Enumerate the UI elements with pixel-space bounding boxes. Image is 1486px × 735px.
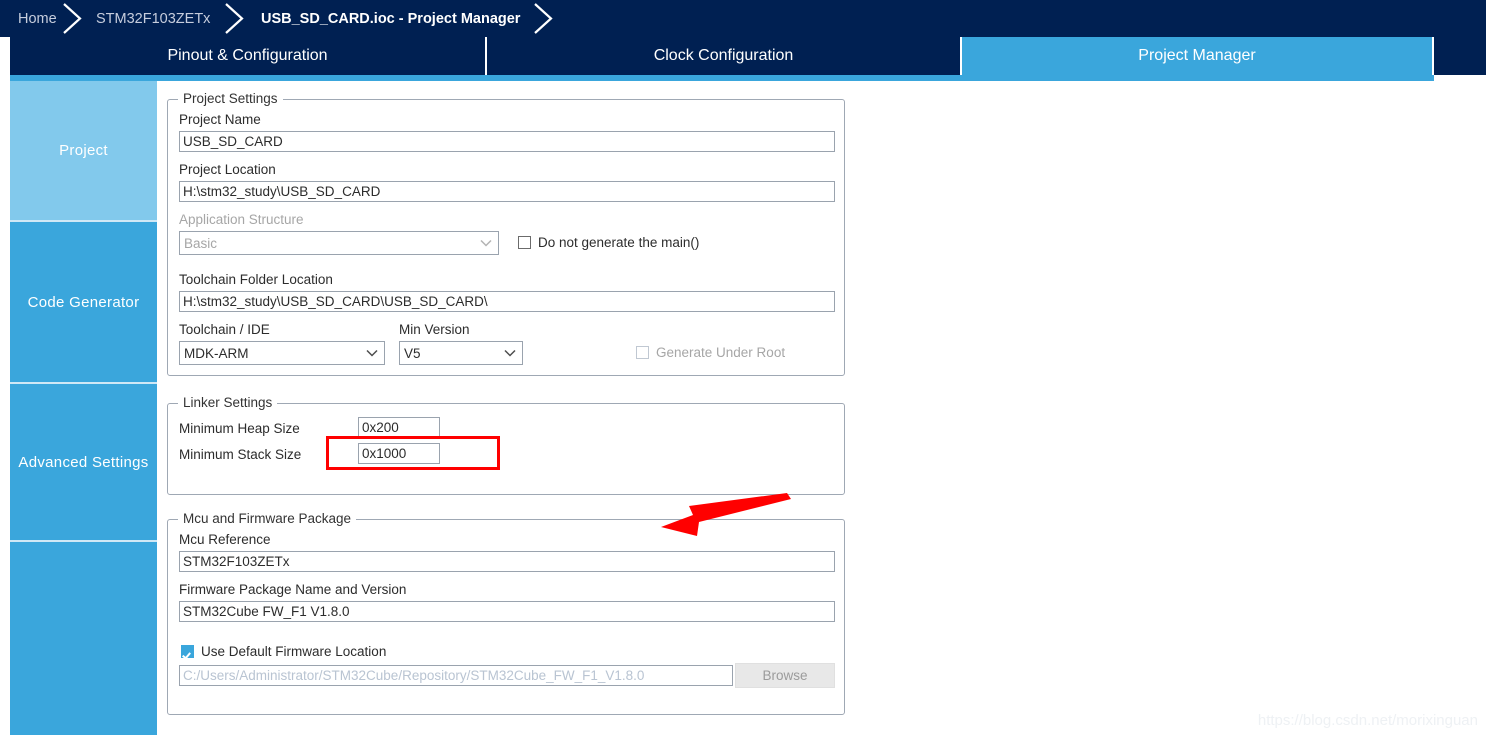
breadcrumb-item-current-file[interactable]: USB_SD_CARD.ioc - Project Manager: [261, 0, 520, 37]
mcu-reference-label: Mcu Reference: [179, 532, 271, 547]
project-location-label: Project Location: [179, 162, 276, 177]
project-location-input[interactable]: [179, 181, 835, 202]
linker-settings-group: Linker Settings Minimum Heap Size Minimu…: [167, 395, 845, 495]
sidebar-item-empty[interactable]: [10, 542, 157, 735]
project-name-input[interactable]: [179, 131, 835, 152]
project-manager-content: Project Settings Project Name Project Lo…: [157, 81, 1486, 735]
min-version-select[interactable]: V5: [399, 341, 523, 365]
tab-clock-configuration[interactable]: Clock Configuration: [487, 37, 960, 75]
firmware-package-input[interactable]: [179, 601, 835, 622]
application-structure-label: Application Structure: [179, 212, 304, 227]
main-tabbar: Pinout & Configuration Clock Configurati…: [0, 37, 1486, 81]
generate-under-root-label: Generate Under Root: [656, 345, 786, 360]
breadcrumb-chevron-icon: [60, 0, 90, 37]
chevron-down-icon: [480, 232, 492, 254]
generate-under-root-checkbox[interactable]: Generate Under Root: [636, 345, 785, 360]
mcu-reference-input[interactable]: [179, 551, 835, 572]
project-manager-sidebar: Project Code Generator Advanced Settings: [10, 81, 157, 735]
toolchain-ide-value: MDK-ARM: [184, 345, 249, 361]
checkbox-box-icon: [636, 346, 649, 359]
watermark-text: https://blog.csdn.net/morixinguan: [1257, 712, 1478, 729]
use-default-firmware-location-checkbox[interactable]: Use Default Firmware Location: [181, 644, 386, 659]
minimum-stack-size-input[interactable]: [358, 443, 440, 464]
do-not-generate-main-label: Do not generate the main(): [538, 235, 700, 250]
sidebar-item-label: Advanced Settings: [18, 453, 149, 471]
tab-project-manager[interactable]: Project Manager: [962, 37, 1432, 75]
min-version-label: Min Version: [399, 322, 470, 337]
toolchain-folder-location-label: Toolchain Folder Location: [179, 272, 333, 287]
sidebar-item-label: Project: [59, 142, 108, 159]
stm32cubemx-window: Home STM32F103ZETx USB_SD_CARD.ioc - Pro…: [0, 0, 1486, 735]
checkbox-box-icon: [518, 236, 531, 249]
tab-overflow[interactable]: [1434, 37, 1486, 75]
chevron-down-icon: [504, 342, 516, 364]
toolchain-folder-location-input[interactable]: [179, 291, 835, 312]
breadcrumb-item-mcu[interactable]: STM32F103ZETx: [96, 0, 210, 37]
toolchain-ide-label: Toolchain / IDE: [179, 322, 270, 337]
use-default-firmware-location-label: Use Default Firmware Location: [201, 644, 387, 659]
breadcrumb: Home STM32F103ZETx USB_SD_CARD.ioc - Pro…: [0, 0, 1486, 37]
tab-pinout-configuration[interactable]: Pinout & Configuration: [10, 37, 485, 75]
chevron-down-icon: [366, 342, 378, 364]
application-structure-value: Basic: [184, 235, 218, 251]
minimum-heap-size-input[interactable]: [358, 417, 440, 438]
toolchain-ide-select[interactable]: MDK-ARM: [179, 341, 385, 365]
do-not-generate-main-checkbox[interactable]: Do not generate the main(): [518, 235, 699, 250]
checkbox-box-icon: [181, 645, 194, 658]
project-name-label: Project Name: [179, 112, 261, 127]
firmware-location-input[interactable]: [179, 665, 733, 686]
firmware-package-label: Firmware Package Name and Version: [179, 582, 407, 597]
breadcrumb-chevron-icon: [222, 0, 252, 37]
group-title: Project Settings: [178, 91, 283, 106]
sidebar-item-code-generator[interactable]: Code Generator: [10, 222, 157, 382]
application-structure-select[interactable]: Basic: [179, 231, 499, 255]
sidebar-item-project[interactable]: Project: [10, 81, 157, 220]
minimum-stack-size-label: Minimum Stack Size: [179, 447, 302, 462]
sidebar-item-label: Code Generator: [27, 293, 140, 311]
min-version-value: V5: [404, 345, 421, 361]
breadcrumb-item-home[interactable]: Home: [18, 0, 57, 37]
mcu-firmware-package-group: Mcu and Firmware Package Mcu Reference F…: [167, 511, 845, 715]
group-title: Mcu and Firmware Package: [178, 511, 357, 526]
sidebar-item-advanced-settings[interactable]: Advanced Settings: [10, 384, 157, 540]
group-title: Linker Settings: [178, 395, 278, 410]
browse-button[interactable]: Browse: [735, 663, 835, 688]
minimum-heap-size-label: Minimum Heap Size: [179, 421, 300, 436]
project-settings-group: Project Settings Project Name Project Lo…: [167, 91, 845, 376]
breadcrumb-chevron-icon: [531, 0, 561, 37]
